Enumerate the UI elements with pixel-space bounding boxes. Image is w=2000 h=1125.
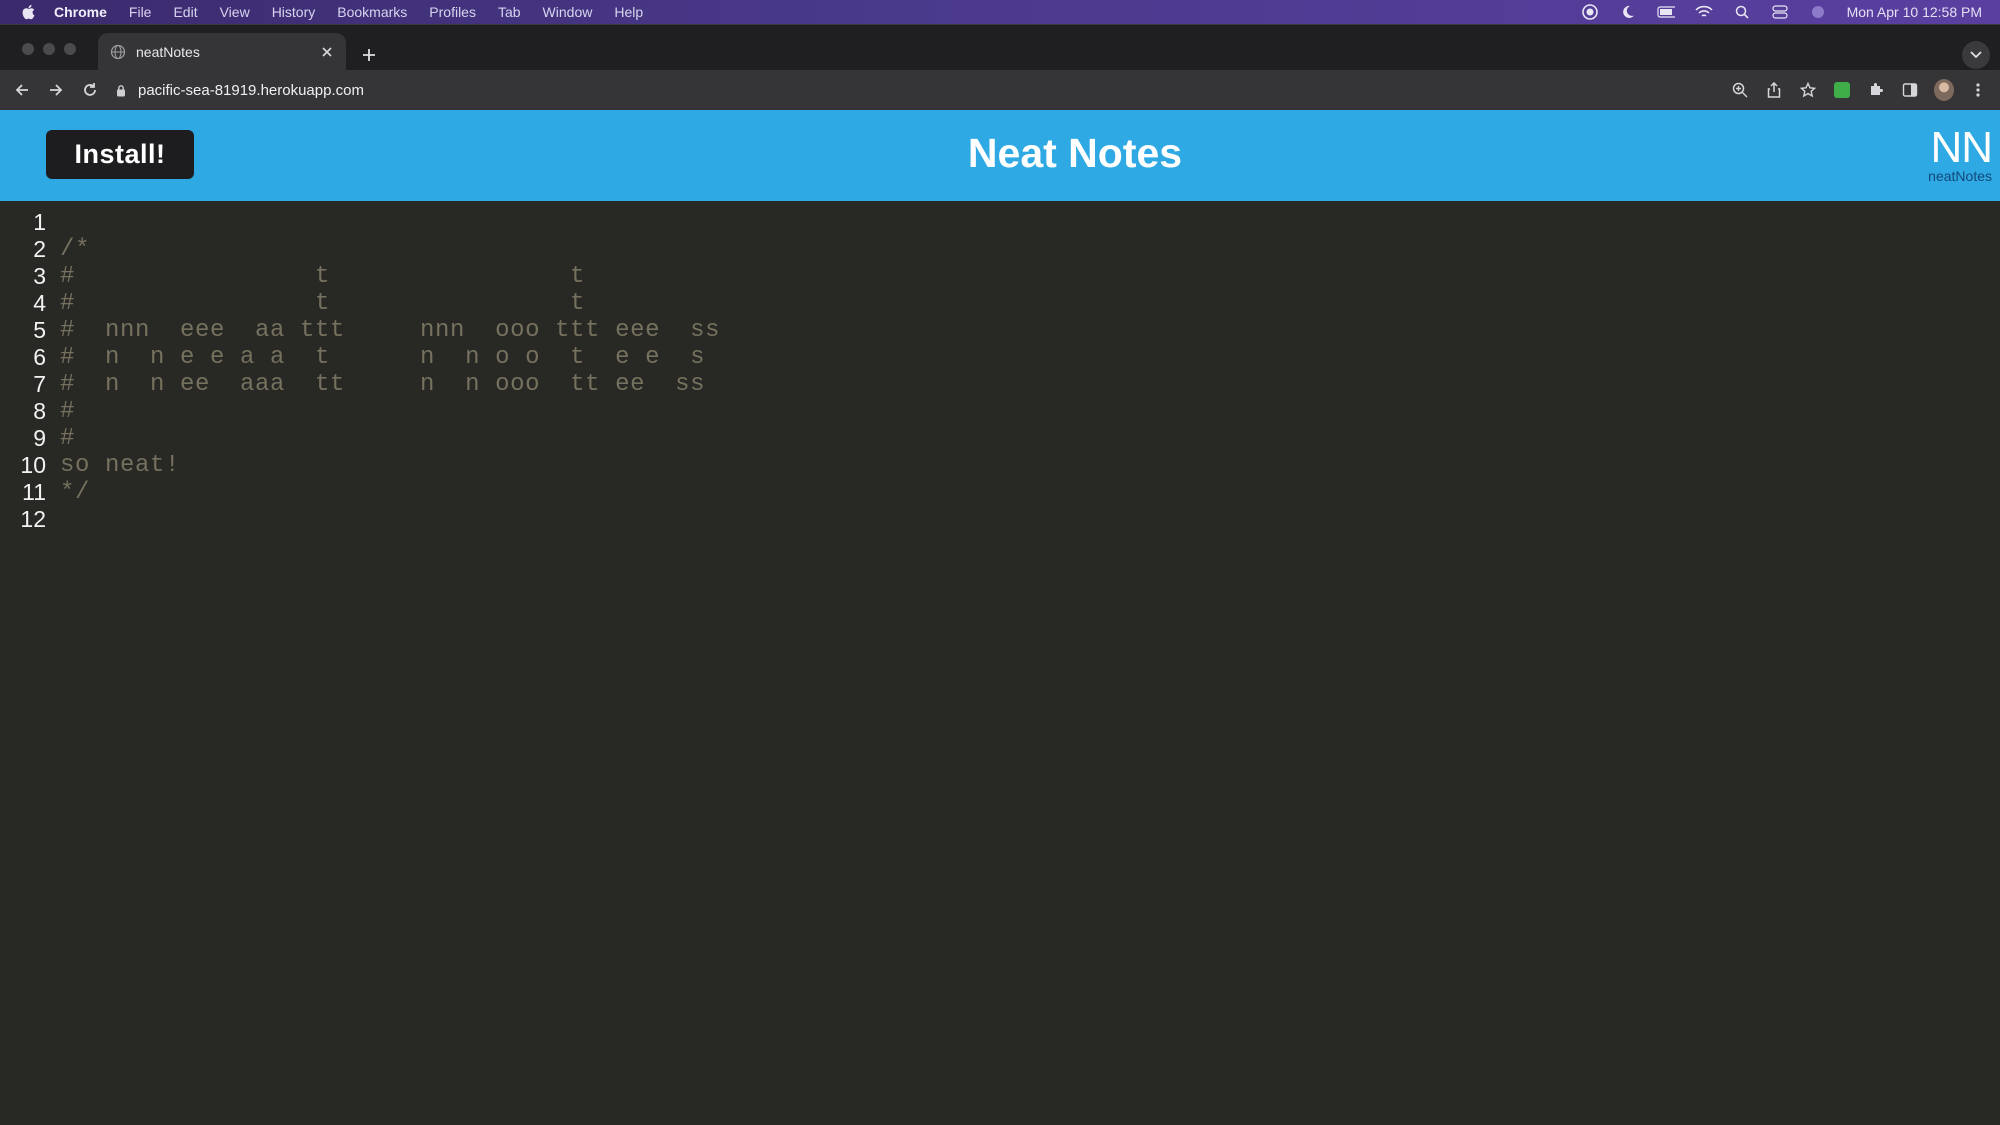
line-number: 9 [33, 425, 46, 451]
editor-line[interactable]: 10 so neat! [0, 452, 2000, 479]
line-text[interactable]: # t t [48, 290, 585, 317]
menu-view[interactable]: View [220, 4, 250, 20]
editor-line[interactable]: 1 [0, 209, 2000, 236]
profile-avatar[interactable] [1934, 79, 1954, 101]
menubar-status-area: Mon Apr 10 12:58 PM [1581, 0, 1982, 24]
menu-window[interactable]: Window [543, 4, 593, 20]
share-icon[interactable] [1764, 80, 1784, 100]
moon-icon[interactable] [1619, 4, 1637, 20]
menu-app-name[interactable]: Chrome [54, 4, 107, 20]
logo-mark: NN [1930, 123, 1993, 172]
line-text[interactable]: so neat! [48, 452, 180, 479]
zoom-magnifier-icon[interactable] [1730, 80, 1750, 100]
line-number: 1 [33, 209, 46, 235]
editor-line[interactable]: 2/* [0, 236, 2000, 263]
macos-menubar: Chrome File Edit View History Bookmarks … [0, 0, 2000, 24]
app-header: Install! Neat Notes NN neatNotes [0, 110, 2000, 201]
editor-line[interactable]: 7 # n n ee aaa tt n n ooo tt ee ss [0, 371, 2000, 398]
forward-arrow-icon[interactable] [42, 76, 70, 104]
line-number: 10 [20, 452, 46, 478]
line-number: 4 [33, 290, 46, 316]
line-text[interactable]: # t t [48, 263, 585, 290]
line-number: 2 [33, 236, 46, 262]
page-title: Neat Notes [967, 130, 1183, 176]
battery-icon[interactable] [1656, 4, 1675, 20]
menu-history[interactable]: History [272, 4, 316, 20]
browser-toolbar: pacific-sea-81919.herokuapp.com [0, 70, 2000, 110]
reload-icon[interactable] [76, 76, 104, 104]
editor-line[interactable]: 5 # nnn eee aa ttt nnn ooo ttt eee ss [0, 317, 2000, 344]
editor-line[interactable]: 3 # t t [0, 263, 2000, 290]
line-text[interactable]: /* [48, 236, 90, 263]
editor-line[interactable]: 4 # t t [0, 290, 2000, 317]
tab-title: neatNotes [136, 44, 200, 60]
line-text[interactable]: # nnn eee aa ttt nnn ooo ttt eee ss [48, 317, 720, 344]
zoom-window-button[interactable] [64, 43, 76, 55]
app-logo: NN neatNotes [1906, 123, 1993, 185]
page-content: Install! Neat Notes NN neatNotes 1 2/* 3 # … [0, 110, 2000, 1125]
close-window-button[interactable] [22, 43, 34, 55]
editor-line[interactable]: 6 # n n e e a a t n n o o t e e s [0, 344, 2000, 371]
line-text[interactable]: # [48, 398, 75, 425]
menubar-clock[interactable]: Mon Apr 10 12:58 PM [1847, 4, 1982, 20]
new-tab-button[interactable] [356, 42, 382, 68]
minimize-window-button[interactable] [43, 43, 55, 55]
editor-line[interactable]: 12 [0, 506, 2000, 533]
line-number: 6 [33, 344, 46, 370]
menu-bookmarks[interactable]: Bookmarks [337, 4, 407, 20]
editor-line[interactable]: 11 */ [0, 479, 2000, 506]
line-number: 11 [22, 479, 46, 505]
line-text[interactable]: # n n ee aaa tt n n ooo tt ee ss [48, 371, 705, 398]
line-number: 12 [20, 506, 46, 532]
menu-help[interactable]: Help [614, 4, 643, 20]
line-text[interactable]: # n n e e a a t n n o o t e e s [48, 344, 705, 371]
side-panel-icon[interactable] [1900, 80, 1920, 100]
spotlight-search-icon[interactable] [1733, 4, 1751, 20]
kebab-menu-icon[interactable] [1968, 80, 1988, 100]
menu-profiles[interactable]: Profiles [429, 4, 476, 20]
lock-icon[interactable] [114, 83, 128, 97]
back-arrow-icon[interactable] [8, 76, 36, 104]
browser-tab-strip: neatNotes [0, 24, 2000, 71]
wifi-icon[interactable] [1694, 4, 1713, 20]
globe-icon [110, 44, 126, 60]
line-text[interactable]: */ [48, 479, 90, 506]
bookmark-star-icon[interactable] [1798, 80, 1818, 100]
siri-icon[interactable] [1809, 4, 1827, 20]
code-editor[interactable]: 1 2/* 3 # t t 4 # t t 5 # nnn eee aa ttt nnn oo… [0, 201, 2000, 1125]
line-number: 3 [33, 263, 46, 289]
line-number: 5 [33, 317, 46, 343]
line-number: 7 [33, 371, 46, 397]
puzzle-extensions-icon[interactable] [1866, 80, 1886, 100]
toolbar-actions [1730, 76, 1988, 104]
line-text[interactable]: # [48, 425, 75, 452]
apple-icon[interactable] [20, 3, 38, 21]
screen-record-icon[interactable] [1581, 4, 1599, 20]
window-controls [22, 43, 76, 55]
address-bar[interactable]: pacific-sea-81919.herokuapp.com [114, 74, 1714, 106]
editor-line[interactable]: 8 # [0, 398, 2000, 425]
line-number: 8 [33, 398, 46, 424]
close-tab-icon[interactable] [318, 43, 336, 61]
menu-file[interactable]: File [129, 4, 152, 20]
tab-search-chevron-down-icon[interactable] [1962, 41, 1990, 69]
extension-green-icon[interactable] [1832, 80, 1852, 100]
editor-line[interactable]: 9 # [0, 425, 2000, 452]
editor-lines[interactable]: 1 2/* 3 # t t 4 # t t 5 # nnn eee aa ttt nnn oo… [0, 209, 2000, 533]
logo-text: neatNotes [1928, 168, 1992, 184]
browser-tab-active[interactable]: neatNotes [98, 33, 346, 71]
menu-tab[interactable]: Tab [498, 4, 521, 20]
url-text[interactable]: pacific-sea-81919.herokuapp.com [138, 82, 364, 99]
menu-edit[interactable]: Edit [173, 4, 197, 20]
control-center-icon[interactable] [1771, 4, 1789, 20]
